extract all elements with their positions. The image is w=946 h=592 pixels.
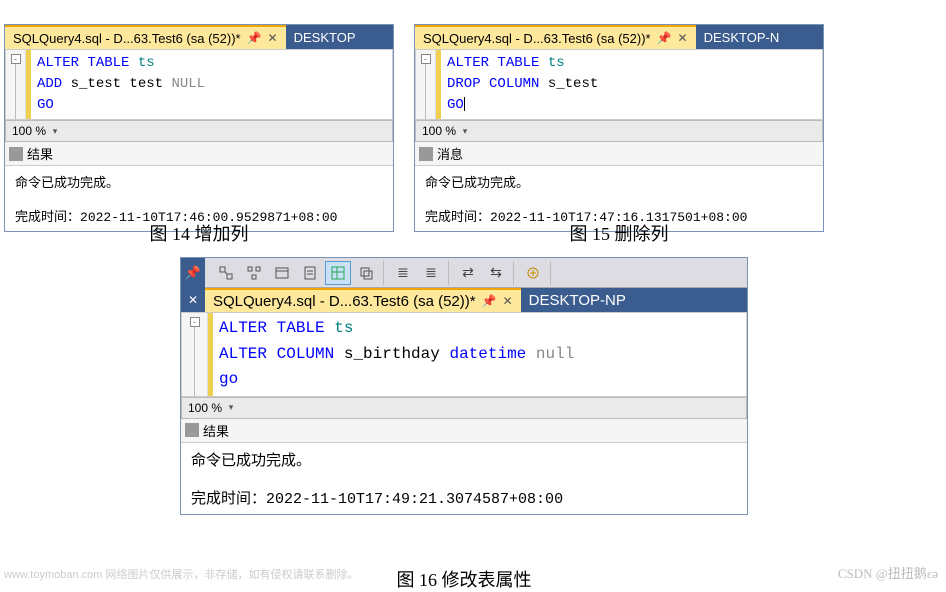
zoom-control[interactable]: 100 % ▾ xyxy=(6,124,66,138)
watermark-right: CSDN @扭扭鹅εə xyxy=(838,563,938,582)
grid-icon[interactable] xyxy=(325,261,351,285)
message-text: 命令已成功完成。 xyxy=(191,449,737,470)
close-icon[interactable]: ✕ xyxy=(503,294,513,308)
ssms-window-1: SQLQuery4.sql - D...63.Test6 (sa (52))* … xyxy=(4,24,394,232)
ssms-window-3: 📌 ≣ ≣ ⇄ ⇆ ✕ SQLQu xyxy=(180,257,748,515)
results-icon xyxy=(419,147,433,161)
sql-editor[interactable]: - ALTER TABLE ts ALTER COLUMN s_birthday… xyxy=(181,312,747,397)
run-icon[interactable] xyxy=(520,261,546,285)
pin-icon[interactable]: 📌 xyxy=(181,258,205,288)
window-icon[interactable] xyxy=(269,261,295,285)
results-label[interactable]: 结果 xyxy=(203,421,229,440)
results-body: 命令已成功完成。 完成时间：2022-11-10T17:49:21.307458… xyxy=(181,443,747,514)
tab-active[interactable]: SQLQuery4.sql - D...63.Test6 (sa (52))* … xyxy=(5,25,286,49)
schema-icon[interactable] xyxy=(241,261,267,285)
collapse-icon[interactable]: - xyxy=(11,54,21,64)
tab-active[interactable]: SQLQuery4.sql - D...63.Test6 (sa (52))* … xyxy=(415,25,696,49)
zoom-bar: 100 % ▾ xyxy=(415,120,823,142)
tab-inactive[interactable]: DESKTOP-NP xyxy=(521,288,634,312)
code-area[interactable]: ALTER TABLE ts ADD s_test test NULL GO xyxy=(31,50,211,119)
pin-icon[interactable]: 📌 xyxy=(247,31,262,45)
text-cursor xyxy=(464,97,465,111)
tab-title: SQLQuery4.sql - D...63.Test6 (sa (52))* xyxy=(13,31,241,46)
time-label: 完成时间： xyxy=(191,490,266,507)
indent-right-icon[interactable]: ≣ xyxy=(418,261,444,285)
results-label[interactable]: 消息 xyxy=(437,144,463,163)
editor-gutter[interactable]: - xyxy=(416,50,436,119)
pin-icon[interactable]: 📌 xyxy=(482,294,497,308)
format-icon[interactable]: ⇄ xyxy=(455,261,481,285)
chevron-down-icon[interactable]: ▾ xyxy=(226,403,236,413)
results-icon xyxy=(185,423,199,437)
tabs-bar: SQLQuery4.sql - D...63.Test6 (sa (52))* … xyxy=(415,25,823,49)
script-icon[interactable] xyxy=(297,261,323,285)
tabs-bar: ✕ SQLQuery4.sql - D...63.Test6 (sa (52))… xyxy=(181,288,747,312)
sql-editor[interactable]: - ALTER TABLE ts ADD s_test test NULL GO xyxy=(5,49,393,120)
collapse-icon[interactable]: - xyxy=(190,317,200,327)
ssms-window-2: SQLQuery4.sql - D...63.Test6 (sa (52))* … xyxy=(414,24,824,232)
zoom-control[interactable]: 100 % ▾ xyxy=(416,124,476,138)
caption-1: 图 14 增加列 xyxy=(4,220,394,246)
close-icon[interactable]: ✕ xyxy=(678,31,688,45)
close-icon[interactable]: ✕ xyxy=(268,31,278,45)
pin-icon[interactable]: 📌 xyxy=(657,31,672,45)
time-value: 2022-11-10T17:49:21.3074587+08:00 xyxy=(266,491,563,508)
format2-icon[interactable]: ⇆ xyxy=(483,261,509,285)
chevron-down-icon[interactable]: ▾ xyxy=(50,126,60,136)
diagram-icon[interactable] xyxy=(213,261,239,285)
tabs-bar: SQLQuery4.sql - D...63.Test6 (sa (52))* … xyxy=(5,25,393,49)
collapse-icon[interactable]: - xyxy=(421,54,431,64)
results-label[interactable]: 结果 xyxy=(27,144,53,163)
sql-editor[interactable]: - ALTER TABLE ts DROP COLUMN s_test GO xyxy=(415,49,823,120)
results-header: 结果 xyxy=(181,419,747,443)
editor-gutter[interactable]: - xyxy=(182,313,208,396)
indent-left-icon[interactable]: ≣ xyxy=(390,261,416,285)
chevron-down-icon[interactable]: ▾ xyxy=(460,126,470,136)
results-header: 消息 xyxy=(415,142,823,166)
editor-gutter[interactable]: - xyxy=(6,50,26,119)
top-row: 📌 ≣ ≣ ⇄ ⇆ xyxy=(181,258,747,288)
caption-2: 图 15 删除列 xyxy=(414,220,824,246)
message-text: 命令已成功完成。 xyxy=(15,172,383,191)
message-text: 命令已成功完成。 xyxy=(425,172,813,191)
tab-title: SQLQuery4.sql - D...63.Test6 (sa (52))* xyxy=(213,293,476,310)
zoom-bar: 100 % ▾ xyxy=(181,397,747,419)
close-panel-icon[interactable]: ✕ xyxy=(181,288,205,312)
tab-inactive[interactable]: DESKTOP-N xyxy=(696,25,788,49)
code-area[interactable]: ALTER TABLE ts ALTER COLUMN s_birthday d… xyxy=(213,313,580,396)
tab-title: SQLQuery4.sql - D...63.Test6 (sa (52))* xyxy=(423,31,651,46)
results-icon xyxy=(9,147,23,161)
copy-icon[interactable] xyxy=(353,261,379,285)
tab-active[interactable]: SQLQuery4.sql - D...63.Test6 (sa (52))* … xyxy=(205,288,521,312)
code-area[interactable]: ALTER TABLE ts DROP COLUMN s_test GO xyxy=(441,50,604,119)
results-header: 结果 xyxy=(5,142,393,166)
zoom-bar: 100 % ▾ xyxy=(5,120,393,142)
toolbar: ≣ ≣ ⇄ ⇆ xyxy=(205,258,747,288)
watermark-left: www.toymoban.com 网络图片仅供展示，非存储，如有侵权请联系删除。 xyxy=(4,566,359,582)
tab-inactive[interactable]: DESKTOP xyxy=(286,25,364,49)
zoom-control[interactable]: 100 % ▾ xyxy=(182,401,242,415)
